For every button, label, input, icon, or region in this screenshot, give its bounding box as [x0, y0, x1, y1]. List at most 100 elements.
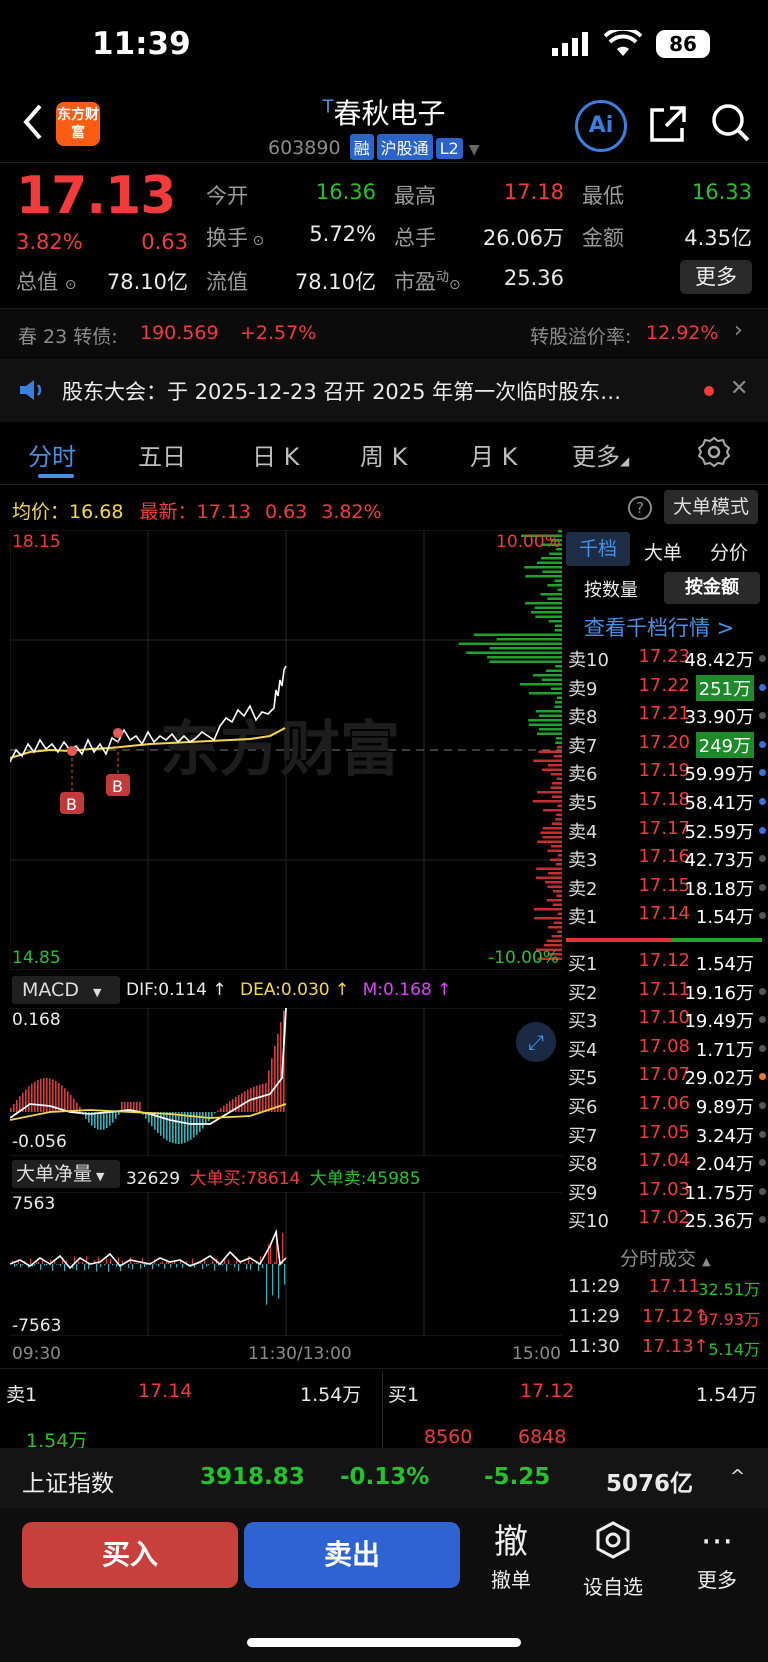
- gear-icon[interactable]: [697, 436, 731, 472]
- bigorder-bar: [182, 1264, 184, 1268]
- tab-weekly-k[interactable]: 周 K: [360, 437, 407, 472]
- total-value-label[interactable]: 总值 ⊙: [16, 266, 76, 296]
- bigorder-y-top: 7563: [12, 1194, 56, 1214]
- ai-icon[interactable]: Ai: [575, 100, 627, 152]
- trade-price: 17.11: [648, 1276, 700, 1297]
- ask-row[interactable]: 卖3 17.16 42.73万: [566, 846, 766, 874]
- expand-icon[interactable]: ⤢: [516, 1022, 556, 1062]
- depth-bar: [557, 804, 562, 807]
- ask-row[interactable]: 卖8 17.21 33.90万: [566, 703, 766, 731]
- time-axis-end: 15:00: [512, 1344, 561, 1364]
- ask-row[interactable]: 卖6 17.19 59.99万: [566, 760, 766, 788]
- order-dot-icon: [759, 740, 766, 748]
- bid-row[interactable]: 买10 17.02 25.36万: [566, 1207, 766, 1235]
- ask-row[interactable]: 卖2 17.15 18.18万: [566, 875, 766, 903]
- ask-row[interactable]: 卖7 17.20 249万: [566, 731, 766, 760]
- ob-level-label: 买1: [568, 954, 598, 975]
- ask-row[interactable]: 卖10 17.23 48.42万: [566, 646, 766, 674]
- bid-row[interactable]: 买6 17.06 9.89万: [566, 1093, 766, 1121]
- share-icon[interactable]: [648, 104, 688, 148]
- bid-row[interactable]: 买2 17.11 19.16万: [566, 979, 766, 1007]
- close-icon[interactable]: ✕: [730, 376, 748, 401]
- more-quote-button[interactable]: 更多: [680, 260, 752, 294]
- depth-bar: [555, 863, 562, 866]
- ob-tab-price[interactable]: 分价: [710, 538, 748, 565]
- macd-selector[interactable]: MACD ▼: [12, 976, 120, 1004]
- bigorder-bar: [78, 1261, 80, 1264]
- bigorder-selector[interactable]: 大单净量 ▼: [12, 1160, 120, 1188]
- sell-button[interactable]: 卖出: [244, 1522, 460, 1588]
- notice-text: 股东大会：于 2025-12-23 召开 2025 年第一次临时股东…: [62, 380, 622, 404]
- bigorder-bar: [206, 1264, 208, 1267]
- bid-row[interactable]: 买5 17.07 29.02万: [566, 1064, 766, 1092]
- tab-more[interactable]: 更多◢: [572, 437, 629, 472]
- add-watchlist-button[interactable]: 设自选: [578, 1520, 648, 1600]
- bid-row[interactable]: 买3 17.10 19.49万: [566, 1007, 766, 1035]
- ob-volume: 48.42万: [684, 650, 754, 671]
- ob-price: 17.03: [638, 1178, 690, 1200]
- big-order-mode-button[interactable]: 大单模式: [664, 490, 758, 524]
- bigorder-values: 32629 大单买:78614 大单卖:45985: [126, 1169, 421, 1189]
- bigorder-bar: [212, 1260, 214, 1264]
- buy-button[interactable]: 买入: [22, 1522, 238, 1588]
- chevron-up-icon[interactable]: ^: [730, 1466, 745, 1487]
- depth-bar: [555, 737, 562, 740]
- tab-five-day[interactable]: 五日: [138, 437, 186, 472]
- order-dot-icon: [759, 987, 766, 995]
- l1-sell-price: 17.14: [138, 1380, 193, 1402]
- pct-axis-top: 10.00%: [496, 532, 561, 552]
- bid-row[interactable]: 买7 17.05 3.24万: [566, 1122, 766, 1150]
- intraday-chart[interactable]: 东方财富 B B: [10, 530, 562, 970]
- tab-monthly-k[interactable]: 月 K: [470, 437, 517, 472]
- bigorder-bar: [112, 1264, 114, 1266]
- ask-row[interactable]: 卖4 17.17 52.59万: [566, 818, 766, 846]
- ob-sub-amount[interactable]: 按金额: [664, 572, 760, 604]
- ask-row[interactable]: 卖5 17.18 58.41万: [566, 789, 766, 817]
- low-label: 最低: [582, 184, 624, 208]
- bigorder-bar: [132, 1264, 134, 1270]
- bigorder-bar: [282, 1232, 284, 1264]
- ob-level-label: 卖1: [568, 907, 598, 929]
- search-icon[interactable]: [710, 102, 752, 148]
- bigorder-bar: [156, 1264, 158, 1265]
- ob-tab-1000[interactable]: 千档: [566, 532, 630, 566]
- ask-row[interactable]: 卖9 17.22 251万: [566, 674, 766, 703]
- ob-price: 17.18: [638, 789, 690, 810]
- ob-tab-bigorder[interactable]: 大单: [644, 538, 682, 565]
- depth-bar: [496, 638, 562, 641]
- low-value: 16.33: [691, 180, 752, 204]
- tab-daily-k[interactable]: 日 K: [252, 437, 299, 472]
- bid-row[interactable]: 买4 17.08 1.71万: [566, 1036, 766, 1064]
- bid-row[interactable]: 买9 17.03 11.75万: [566, 1179, 766, 1207]
- ob-view-link[interactable]: 查看千档行情 >: [584, 612, 734, 642]
- macd-bar: [67, 1091, 69, 1112]
- ask-row[interactable]: 卖1 17.14 1.54万: [566, 903, 766, 931]
- pe-label[interactable]: 市盈动⊙: [394, 266, 461, 296]
- turnover-label[interactable]: 换手 ⊙: [206, 222, 264, 252]
- ob-sub-qty[interactable]: 按数量: [584, 576, 638, 602]
- macd-chart[interactable]: [10, 1008, 562, 1156]
- bid-row[interactable]: 买1 17.12 1.54万: [566, 950, 766, 978]
- cancel-order-button[interactable]: 撤 撤单: [476, 1520, 546, 1593]
- bigorder-chart[interactable]: [10, 1192, 562, 1336]
- bigorder-bar: [262, 1264, 264, 1269]
- help-icon[interactable]: ?: [628, 496, 652, 520]
- status-time: 11:39: [92, 26, 191, 62]
- ob-volume: 42.73万: [684, 850, 754, 872]
- macd-bar: [178, 1112, 180, 1144]
- depth-bar: [520, 683, 562, 686]
- depth-bar: [553, 755, 562, 758]
- depth-bar: [535, 710, 562, 713]
- stock-code-row[interactable]: 603890 融沪股通 L2 ▼: [268, 134, 480, 160]
- bigorder-bar: [16, 1264, 18, 1266]
- pct-axis-bottom: -10.00%: [488, 948, 559, 968]
- bid-row[interactable]: 买8 17.04 2.04万: [566, 1150, 766, 1178]
- more-actions-button[interactable]: ··· 更多: [682, 1520, 752, 1593]
- trades-title[interactable]: 分时成交 ▲: [620, 1244, 711, 1271]
- tab-intraday[interactable]: 分时: [28, 437, 76, 472]
- bigorder-bar: [266, 1264, 268, 1305]
- ob-price: 17.17: [638, 817, 690, 839]
- bigorder-bar: [152, 1264, 154, 1270]
- ob-volume: 18.18万: [684, 878, 754, 900]
- macd-y-top: 0.168: [12, 1010, 61, 1030]
